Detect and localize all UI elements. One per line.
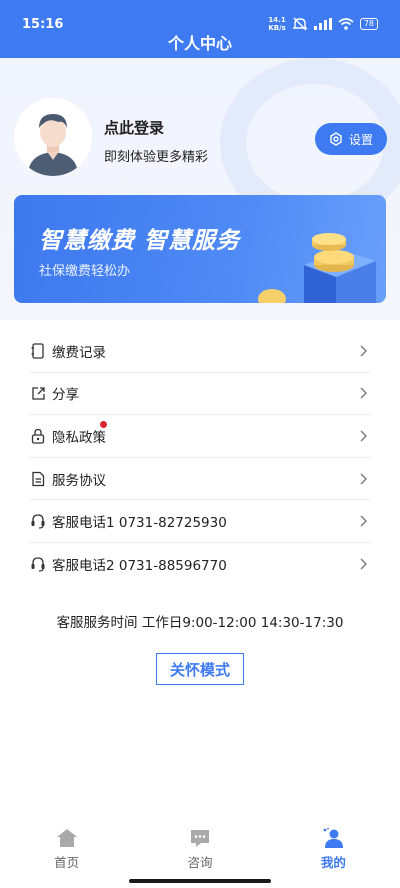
menu-list: 缴费记录 分享 隐私政策 服务协议 客服电话1 0731-82725930 客服… — [30, 330, 370, 586]
home-icon — [56, 829, 77, 847]
battery-indicator: 78 — [359, 18, 378, 30]
menu-item-share[interactable]: 分享 — [30, 373, 370, 416]
network-speed-value: 14.1 — [268, 16, 286, 24]
chevron-right-icon — [360, 345, 367, 357]
menu-item-hotline-1[interactable]: 客服电话1 0731-82725930 — [30, 500, 370, 543]
menu-item-service-agreement[interactable]: 服务协议 — [30, 458, 370, 501]
settings-button[interactable]: 设置 — [315, 123, 387, 155]
settings-label: 设置 — [348, 132, 373, 147]
chat-icon — [190, 830, 209, 847]
coins-illustration — [258, 233, 376, 303]
user-icon — [323, 827, 344, 848]
banner-title: 智慧缴费 智慧服务 — [39, 228, 241, 254]
payment-record-icon — [30, 343, 46, 359]
banner-subtitle: 社保缴费轻松办 — [39, 264, 131, 279]
signal-icon — [313, 18, 332, 30]
menu-label: 缴费记录 — [52, 344, 106, 361]
wifi-icon — [338, 18, 354, 30]
chevron-right-icon — [360, 515, 367, 527]
gear-icon — [330, 132, 342, 146]
menu-item-payment-record[interactable]: 缴费记录 — [30, 330, 370, 373]
chevron-right-icon — [360, 387, 367, 399]
lock-icon — [30, 428, 46, 444]
tab-label: 我的 — [320, 855, 346, 870]
menu-item-privacy-policy[interactable]: 隐私政策 — [30, 415, 370, 458]
avatar[interactable] — [14, 98, 92, 176]
tab-label: 咨询 — [187, 855, 213, 870]
menu-label: 服务协议 — [52, 472, 106, 489]
login-prompt[interactable]: 点此登录 — [104, 117, 164, 138]
menu-label: 客服电话2 0731-88596770 — [52, 558, 227, 575]
menu-label: 客服电话1 0731-82725930 — [52, 515, 227, 532]
page-title: 个人中心 — [167, 34, 232, 53]
bottom-tab-bar: 首页 咨询 我的 — [0, 820, 400, 876]
login-subtitle: 即刻体验更多精彩 — [104, 150, 209, 165]
default-avatar-icon — [14, 98, 92, 176]
chevron-right-icon — [360, 473, 367, 485]
headset-icon — [30, 513, 46, 529]
service-hours: 客服服务时间 工作日9:00-12:00 14:30-17:30 — [56, 615, 344, 631]
menu-label: 隐私政策 — [52, 429, 106, 446]
care-mode-button[interactable]: 关怀模式 — [156, 653, 244, 685]
mute-icon — [292, 17, 308, 31]
share-icon — [30, 385, 46, 401]
tab-home[interactable]: 首页 — [0, 820, 133, 876]
tab-mine[interactable]: 我的 — [267, 820, 400, 876]
document-icon — [30, 471, 46, 487]
chevron-right-icon — [360, 430, 367, 442]
tab-label: 首页 — [54, 855, 80, 870]
menu-label: 分享 — [52, 387, 79, 404]
menu-item-hotline-2[interactable]: 客服电话2 0731-88596770 — [30, 543, 370, 586]
chevron-right-icon — [360, 558, 367, 570]
header-bar: 15:16 14.1 KB/s 78 个人中心 — [0, 0, 400, 58]
headset-icon — [30, 556, 46, 572]
home-indicator — [129, 879, 271, 883]
profile-section: 点此登录 即刻体验更多精彩 设置 智慧缴费 智慧服务 社保缴费轻松办 — [0, 58, 400, 320]
promo-banner[interactable]: 智慧缴费 智慧服务 社保缴费轻松办 — [14, 195, 386, 303]
tab-consult[interactable]: 咨询 — [133, 820, 266, 876]
